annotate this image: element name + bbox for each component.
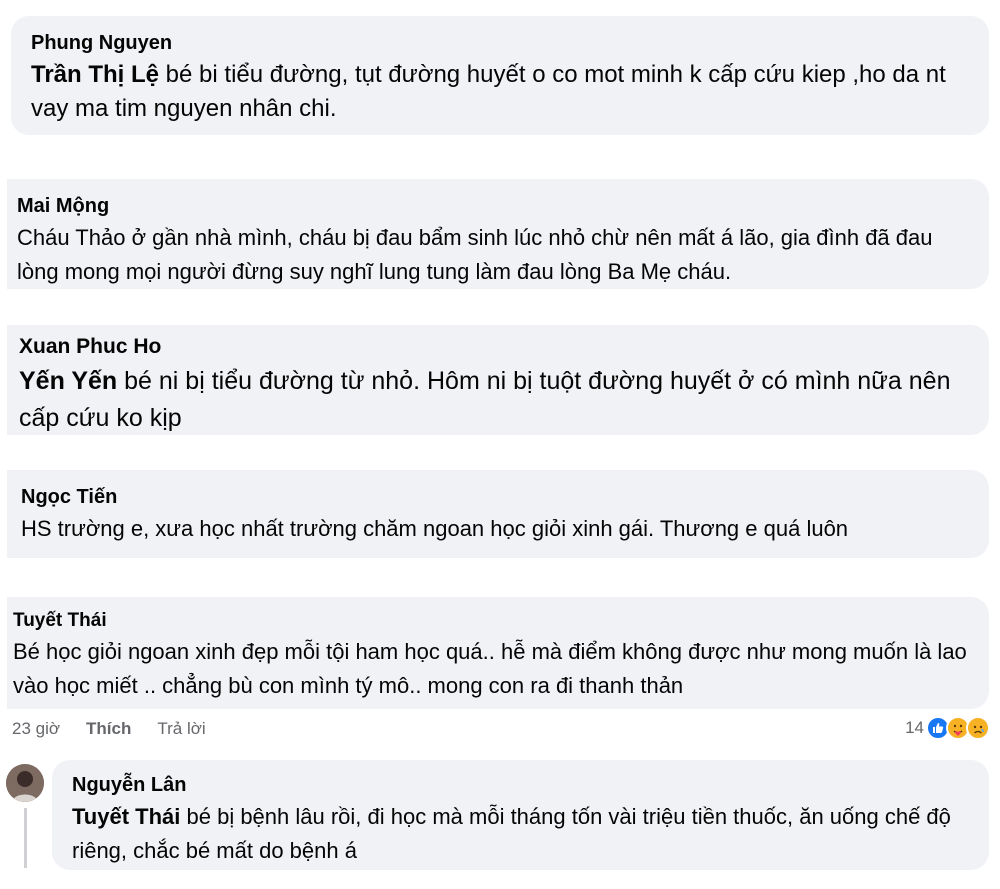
reply-text: Tuyết Thái bé bị bệnh lâu rồi, đi học mà… bbox=[72, 800, 969, 868]
reaction-summary[interactable]: 14 bbox=[905, 716, 990, 740]
comment-body: Bé học giỏi ngoan xinh đẹp mỗi tội ham h… bbox=[13, 639, 967, 698]
comment-author[interactable]: Xuan Phuc Ho bbox=[19, 333, 977, 361]
reply-bubble: Nguyễn Lân Tuyết Thái bé bị bệnh lâu rồi… bbox=[52, 760, 989, 870]
reply-button[interactable]: Trả lời bbox=[157, 719, 205, 739]
reply-body: bé bị bệnh lâu rồi, đi học mà mỗi tháng … bbox=[72, 804, 951, 863]
comment-bubble: Tuyết Thái Bé học giỏi ngoan xinh đẹp mỗ… bbox=[7, 597, 989, 709]
comment-body: bé ni bị tiểu đường từ nhỏ. Hôm ni bị tu… bbox=[19, 367, 951, 432]
comment-text: Trần Thị Lệ bé bi tiểu đường, tụt đường … bbox=[31, 58, 969, 126]
reply-mention[interactable]: Tuyết Thái bbox=[72, 804, 180, 829]
thread-line bbox=[24, 808, 27, 868]
comment-body: bé bi tiểu đường, tụt đường huyết o co m… bbox=[31, 61, 946, 122]
comment-bubble: Phung Nguyen Trần Thị Lệ bé bi tiểu đườn… bbox=[11, 16, 989, 135]
reaction-count: 14 bbox=[905, 718, 924, 737]
comment-actions: 23 giờ Thích Trả lời bbox=[12, 719, 206, 739]
comment-timestamp[interactable]: 23 giờ bbox=[12, 719, 60, 739]
like-button[interactable]: Thích bbox=[86, 719, 131, 739]
reply-author[interactable]: Nguyễn Lân bbox=[72, 772, 969, 798]
comment-bubble: Mai Mộng Cháu Thảo ở gần nhà mình, cháu … bbox=[7, 179, 989, 289]
avatar[interactable] bbox=[6, 764, 44, 802]
comment-mention[interactable]: Yến Yến bbox=[19, 367, 117, 395]
comment-body: Cháu Thảo ở gần nhà mình, cháu bị đau bẩ… bbox=[17, 225, 933, 284]
sad-icon bbox=[966, 716, 990, 740]
comment-author[interactable]: Ngọc Tiến bbox=[21, 484, 975, 510]
comment-body: HS trường e, xưa học nhất trường chăm ng… bbox=[21, 516, 849, 541]
comment-mention[interactable]: Trần Thị Lệ bbox=[31, 61, 159, 88]
comment-bubble: Xuan Phuc Ho Yến Yến bé ni bị tiểu đường… bbox=[7, 325, 989, 435]
comment-author[interactable]: Mai Mộng bbox=[17, 193, 979, 219]
comment-bubble: Ngọc Tiến HS trường e, xưa học nhất trườ… bbox=[7, 470, 989, 558]
comment-text: Yến Yến bé ni bị tiểu đường từ nhỏ. Hôm … bbox=[19, 363, 977, 437]
comment-author[interactable]: Phung Nguyen bbox=[31, 30, 969, 56]
comment-author[interactable]: Tuyết Thái bbox=[13, 609, 983, 633]
